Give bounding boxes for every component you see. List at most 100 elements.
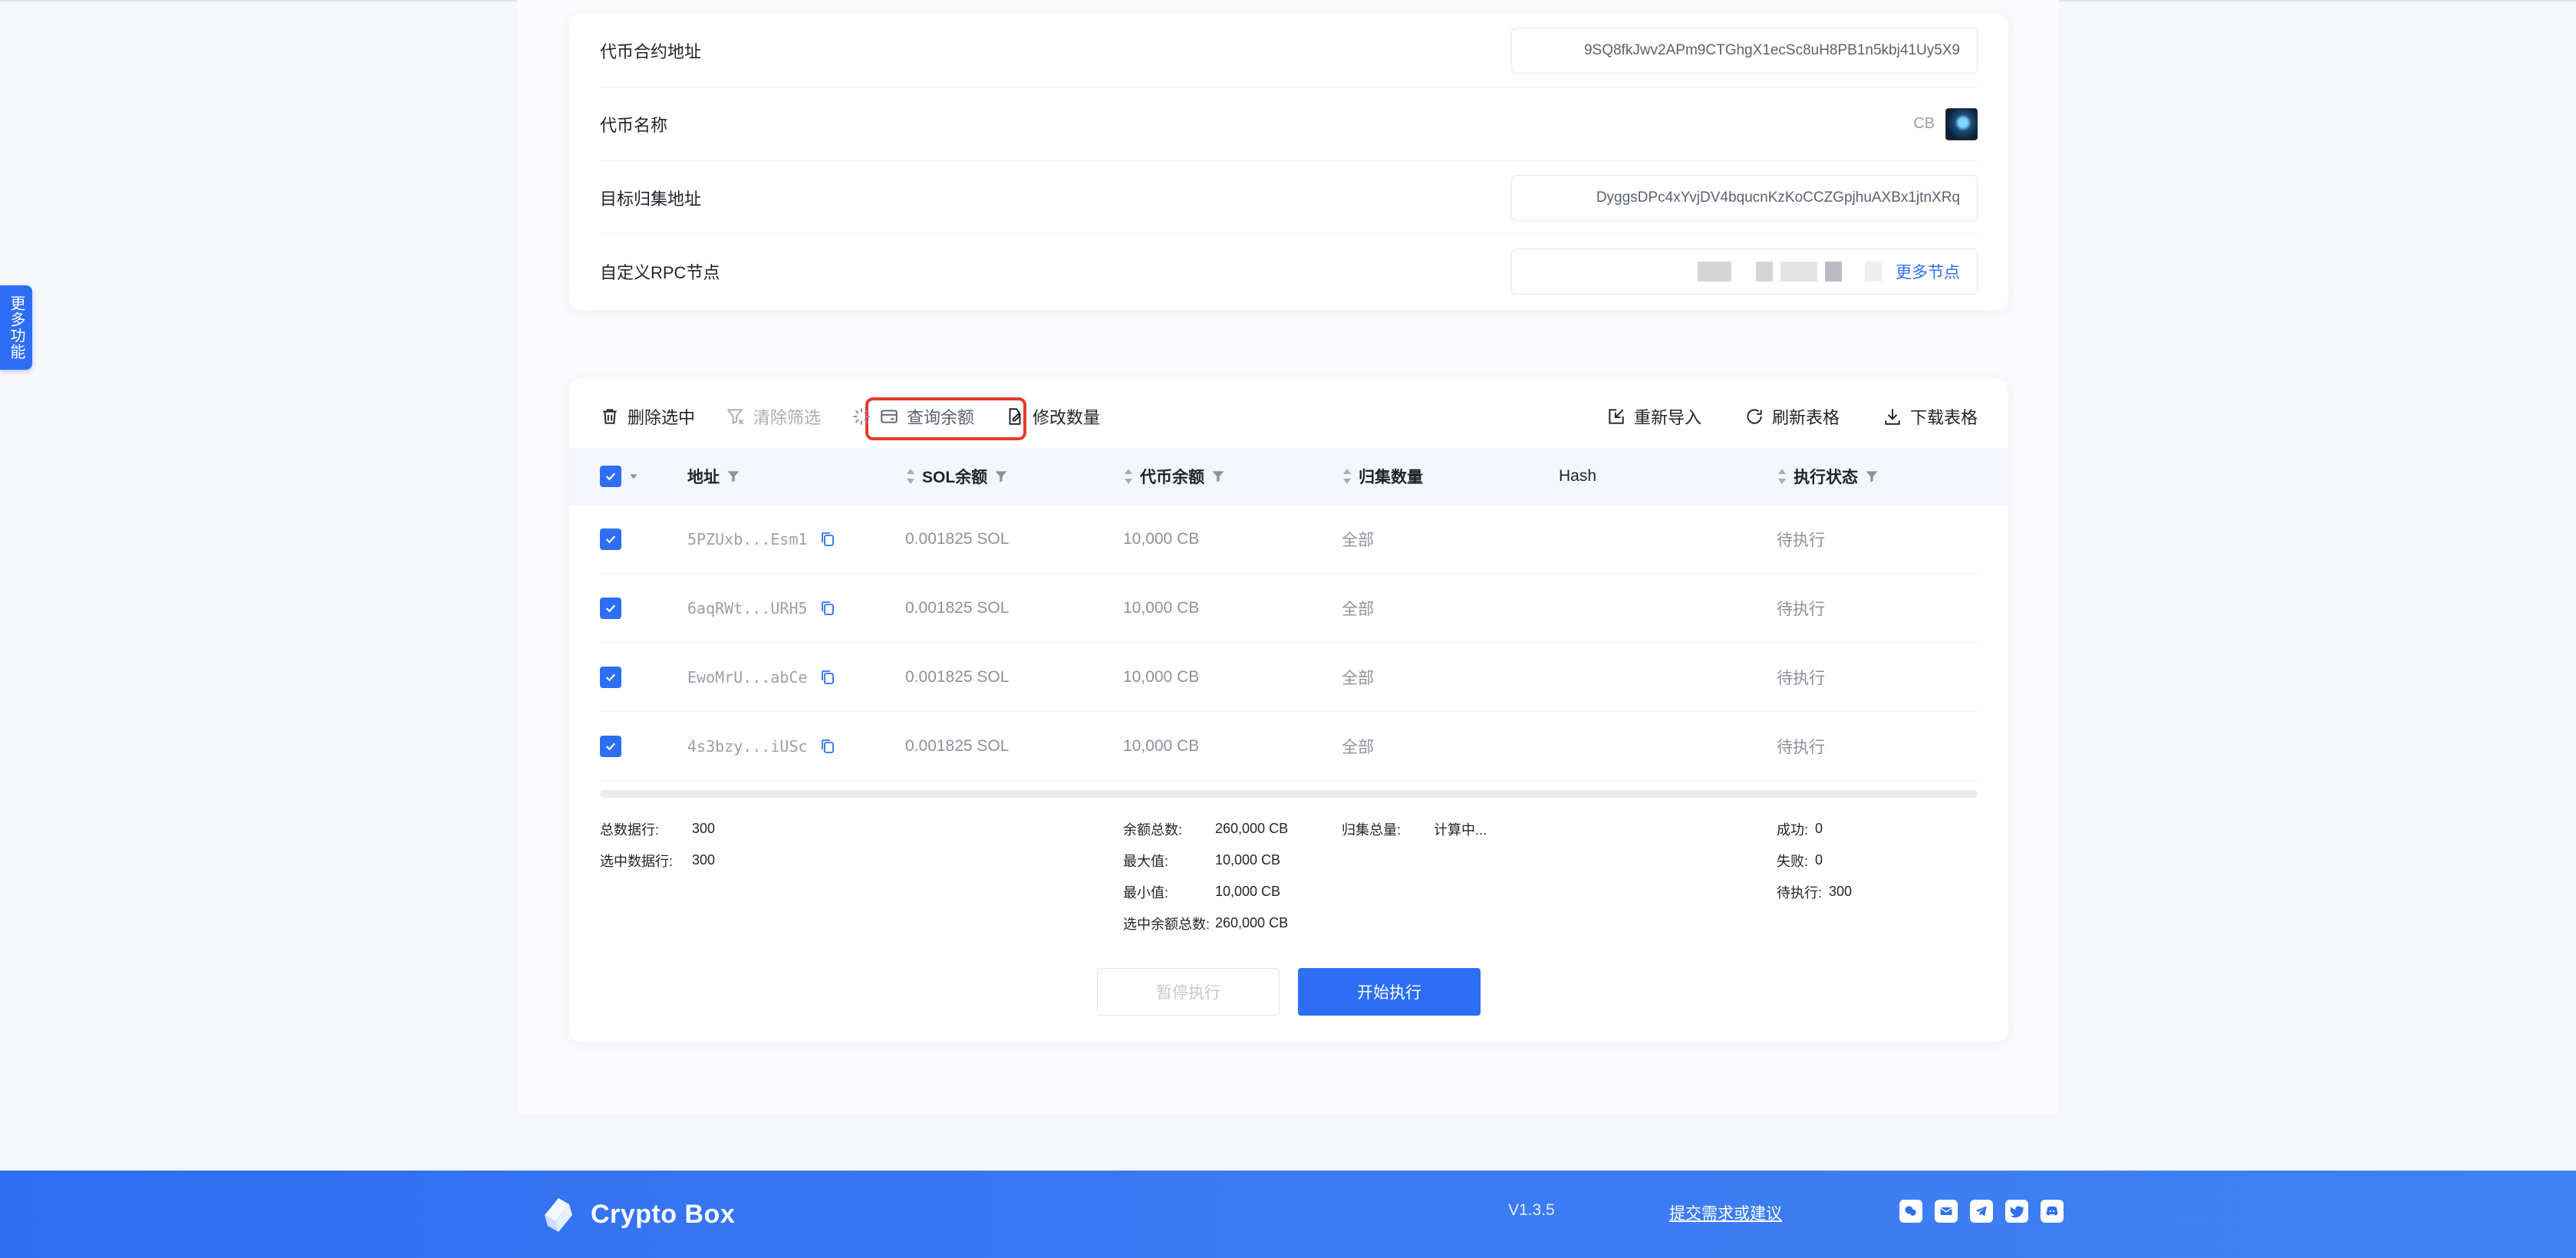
config-card: 代币合约地址 9SQ8fkJwv2APm9CTGhgX1ecSc8uH8PB1n… bbox=[569, 14, 2008, 310]
crypto-box-logo-icon bbox=[545, 1198, 572, 1232]
check-icon bbox=[605, 473, 616, 481]
row-checkbox-wrap[interactable] bbox=[600, 712, 621, 781]
table-header: 地址 SOL余额 代币余额 归集数量 Hash 执行状态 bbox=[569, 448, 2008, 505]
row-checkbox-wrap[interactable] bbox=[600, 574, 621, 643]
table-card: 删除选中 清除筛选 查询余额 修改数量 重新导入 刷新表格 下载表格 地址 SO… bbox=[569, 379, 2008, 1042]
row-checkbox[interactable] bbox=[600, 736, 621, 757]
sort-icon[interactable] bbox=[905, 468, 916, 485]
header-address: 地址 bbox=[687, 465, 741, 488]
summary-status: 成功: 0 失败: 0 待执行: 300 bbox=[1777, 813, 1852, 907]
min-value: 10,000 CB bbox=[1215, 884, 1281, 899]
check-icon bbox=[605, 743, 616, 751]
email-icon[interactable] bbox=[1935, 1200, 1958, 1223]
rpc-input[interactable]: 更多节点 bbox=[1511, 249, 1978, 295]
row-checkbox[interactable] bbox=[600, 598, 621, 619]
header-aggregate[interactable]: 归集数量 bbox=[1342, 465, 1423, 488]
reimport-button[interactable]: 重新导入 bbox=[1606, 404, 1701, 429]
header-status-label: 执行状态 bbox=[1794, 469, 1858, 486]
row-checkbox-wrap[interactable] bbox=[600, 505, 621, 574]
row-checkbox[interactable] bbox=[600, 667, 621, 688]
copy-icon[interactable] bbox=[820, 669, 835, 686]
clear-filter-button[interactable]: 清除筛选 bbox=[726, 404, 821, 429]
brand-name: Crypto Box bbox=[591, 1199, 736, 1229]
start-button[interactable]: 开始执行 bbox=[1298, 968, 1481, 1016]
token-name-label: 代币名称 bbox=[600, 115, 668, 135]
token-name-row: 代币名称 CB bbox=[600, 87, 1978, 161]
sort-icon[interactable] bbox=[1123, 468, 1134, 485]
max-value: 10,000 CB bbox=[1215, 852, 1281, 868]
pending-label: 待执行: bbox=[1777, 884, 1823, 901]
feedback-link[interactable]: 提交需求或建议 bbox=[1669, 1201, 1782, 1224]
row-sol: 0.001825 SOL bbox=[905, 668, 1010, 686]
filter-icon[interactable] bbox=[1211, 469, 1226, 484]
contract-input[interactable]: 9SQ8fkJwv2APm9CTGhgX1ecSc8uH8PB1n5kbj41U… bbox=[1511, 27, 1978, 74]
fail-label: 失败: bbox=[1777, 853, 1809, 869]
edit-document-icon bbox=[1009, 408, 1021, 425]
discord-icon[interactable] bbox=[2041, 1200, 2064, 1223]
address-text: 6aqRWt...URH5 bbox=[687, 599, 808, 617]
refresh-table-button[interactable]: 刷新表格 bbox=[1744, 404, 1840, 429]
address-text: 5PZUxb...Esm1 bbox=[687, 530, 808, 548]
copy-icon[interactable] bbox=[820, 738, 835, 755]
header-sol-label: SOL余额 bbox=[922, 469, 988, 486]
row-checkbox[interactable] bbox=[600, 529, 621, 550]
toolbar-right: 重新导入 刷新表格 下载表格 bbox=[1606, 404, 1978, 429]
selected-rows-label: 选中数据行: bbox=[600, 853, 674, 869]
contract-label: 代币合约地址 bbox=[600, 41, 702, 61]
header-hash: Hash bbox=[1559, 467, 1596, 486]
social-links bbox=[1899, 1200, 2064, 1223]
header-status[interactable]: 执行状态 bbox=[1777, 465, 1879, 488]
copy-icon[interactable] bbox=[820, 600, 835, 617]
row-aggregate: 全部 bbox=[1342, 601, 1374, 618]
select-all-control[interactable] bbox=[600, 466, 640, 487]
rpc-row: 自定义RPC节点 更多节点 bbox=[600, 235, 1978, 308]
twitter-icon[interactable] bbox=[2005, 1200, 2028, 1223]
row-address: EwoMrU...abCe bbox=[687, 643, 835, 712]
row-sol: 0.001825 SOL bbox=[905, 737, 1010, 755]
more-features-tab[interactable]: 更多功能 bbox=[0, 285, 32, 370]
check-icon bbox=[605, 604, 616, 613]
brand[interactable]: Crypto Box bbox=[535, 1192, 735, 1237]
version-text: V1.3.5 bbox=[1508, 1201, 1555, 1219]
agg-total-value: 计算中... bbox=[1434, 822, 1487, 838]
pending-value: 300 bbox=[1829, 884, 1853, 899]
balance-total-value: 260,000 CB bbox=[1215, 821, 1289, 836]
filter-icon[interactable] bbox=[993, 469, 1009, 484]
copy-icon[interactable] bbox=[820, 531, 835, 548]
filter-icon[interactable] bbox=[726, 469, 741, 484]
clear-filter-icon bbox=[726, 409, 744, 425]
row-checkbox-wrap[interactable] bbox=[600, 643, 621, 712]
header-token[interactable]: 代币余额 bbox=[1123, 465, 1226, 488]
download-table-label: 下载表格 bbox=[1909, 408, 1978, 427]
selected-balance-value: 260,000 CB bbox=[1215, 915, 1289, 930]
edit-quantity-button[interactable]: 修改数量 bbox=[1005, 404, 1100, 429]
target-input[interactable]: DyggsDPc4xYvjDV4bqucnKzKoCCZGpjhuAXBx1jt… bbox=[1511, 174, 1978, 221]
query-balance-button[interactable]: 查询余额 bbox=[852, 404, 974, 429]
row-sol: 0.001825 SOL bbox=[905, 530, 1010, 548]
clear-filter-label: 清除筛选 bbox=[753, 408, 822, 427]
row-sol: 0.001825 SOL bbox=[905, 599, 1010, 617]
select-all-checkbox[interactable] bbox=[600, 466, 621, 487]
import-icon bbox=[1609, 409, 1624, 424]
loading-spinner-icon bbox=[853, 408, 870, 425]
refresh-table-label: 刷新表格 bbox=[1771, 408, 1840, 427]
horizontal-scrollbar[interactable] bbox=[600, 790, 1978, 798]
row-status: 待执行 bbox=[1777, 670, 1825, 687]
wechat-icon[interactable] bbox=[1899, 1200, 1922, 1223]
target-value: DyggsDPc4xYvjDV4bqucnKzKoCCZGpjhuAXBx1jt… bbox=[1596, 189, 1960, 206]
caret-down-icon[interactable] bbox=[628, 470, 640, 482]
download-table-button[interactable]: 下载表格 bbox=[1883, 404, 1978, 429]
telegram-icon[interactable] bbox=[1970, 1200, 1993, 1223]
sort-icon[interactable] bbox=[1342, 468, 1352, 485]
pause-button[interactable]: 暂停执行 bbox=[1097, 968, 1280, 1016]
filter-icon[interactable] bbox=[1864, 469, 1879, 484]
header-sol[interactable]: SOL余额 bbox=[905, 465, 1009, 488]
sort-icon[interactable] bbox=[1777, 468, 1787, 485]
row-address: 6aqRWt...URH5 bbox=[687, 574, 835, 643]
more-nodes-link[interactable]: 更多节点 bbox=[1896, 260, 1960, 283]
header-hash-label: Hash bbox=[1559, 467, 1597, 485]
delete-selected-button[interactable]: 删除选中 bbox=[600, 404, 695, 429]
summary-aggregate: 归集总量: 计算中... bbox=[1342, 813, 1487, 845]
contract-value: 9SQ8fkJwv2APm9CTGhgX1ecSc8uH8PB1n5kbj41U… bbox=[1583, 41, 1960, 58]
table-row: EwoMrU...abCe 0.001825 SOL 10,000 CB 全部 … bbox=[600, 643, 1978, 712]
